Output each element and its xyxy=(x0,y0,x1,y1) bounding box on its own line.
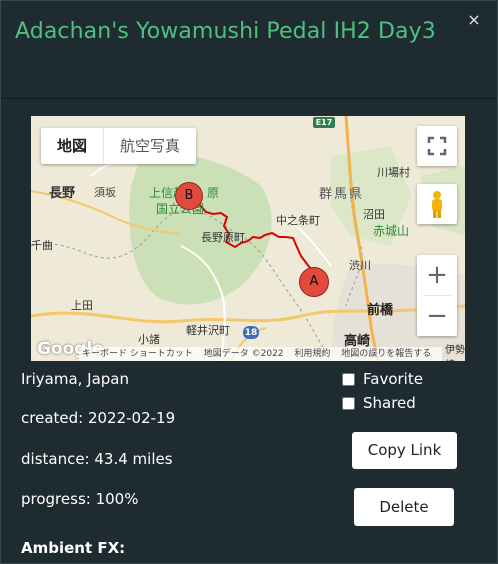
map-label-ueda: 上田 xyxy=(71,299,93,312)
map-label-isesaki: 伊勢崎 xyxy=(445,345,465,361)
favorite-option[interactable]: Favorite xyxy=(342,370,423,388)
map-label-gunma: 群馬県 xyxy=(319,187,365,202)
route-marker-end[interactable]: B xyxy=(175,182,203,210)
street-view-button[interactable] xyxy=(417,184,457,224)
location-text: Iriyama, Japan xyxy=(21,370,130,388)
fullscreen-button[interactable] xyxy=(417,126,457,166)
map-label-kawaba: 川場村 xyxy=(377,166,410,179)
favorite-checkbox[interactable] xyxy=(342,372,355,386)
map-label-chiku: 千曲 xyxy=(31,239,53,252)
header-divider xyxy=(1,98,497,99)
fullscreen-icon xyxy=(427,136,447,156)
shared-option[interactable]: Shared xyxy=(342,394,416,412)
progress-text: progress: 100% xyxy=(21,490,139,508)
map-type-satellite-button[interactable]: 航空写真 xyxy=(103,128,196,164)
map-label-naganoharamachi: 長野原町 xyxy=(201,231,245,244)
map-label-kogen: 原 xyxy=(207,186,220,200)
map-label-nakanojo: 中之条町 xyxy=(276,214,320,227)
map-label-komoro: 小諸 xyxy=(138,333,160,346)
map-label-karuizawa: 軽井沢町 xyxy=(186,324,230,337)
created-date-text: created: 2022-02-19 xyxy=(21,409,176,427)
map-label-suzaka: 須坂 xyxy=(94,186,116,199)
distance-text: distance: 43.4 miles xyxy=(21,450,173,468)
map-type-map-button[interactable]: 地図 xyxy=(41,128,103,164)
marker-start-label: A xyxy=(309,274,319,289)
report-error-link[interactable]: 地図の誤りを報告する xyxy=(341,349,431,359)
map-data-credit: 地図データ ©2022 xyxy=(203,349,284,359)
map-label-numata: 沼田 xyxy=(363,208,385,221)
zoom-control: + − xyxy=(417,255,457,336)
copy-link-button[interactable]: Copy Link xyxy=(352,432,457,469)
map-label-maebashi: 前橋 xyxy=(367,303,394,318)
map-label-nagano: 長野 xyxy=(49,186,76,201)
route-details-modal: Adachan's Yowamushi Pedal IH2 Day3 × 長野 … xyxy=(0,0,498,564)
keyboard-shortcuts-link[interactable]: キーボード ショートカット xyxy=(82,349,193,359)
zoom-out-button[interactable]: − xyxy=(417,296,457,336)
close-icon[interactable]: × xyxy=(467,12,481,28)
favorite-label: Favorite xyxy=(363,370,423,388)
map-type-control: 地図 航空写真 xyxy=(41,128,197,164)
map-label-shibukawa: 渋川 xyxy=(349,259,371,272)
map-attribution: キーボード ショートカット 地図データ ©2022 利用規約 地図の誤りを報告す… xyxy=(79,347,443,361)
route-marker-start[interactable]: A xyxy=(299,267,329,297)
route-shield-18: 18 xyxy=(244,328,258,338)
marker-end-label: B xyxy=(184,188,194,203)
delete-button[interactable]: Delete xyxy=(354,488,454,526)
map-label-akagi: 赤城山 xyxy=(373,224,410,238)
modal-title: Adachan's Yowamushi Pedal IH2 Day3 xyxy=(15,19,436,44)
shared-checkbox[interactable] xyxy=(342,396,355,410)
zoom-in-button[interactable]: + xyxy=(417,255,457,295)
shared-label: Shared xyxy=(363,394,416,412)
route-shield-e17: E17 xyxy=(315,118,333,127)
terms-link[interactable]: 利用規約 xyxy=(294,349,330,359)
ambient-fx-heading: Ambient FX: xyxy=(21,539,126,557)
pegman-icon xyxy=(432,191,442,218)
route-map[interactable]: 長野 須坂 上信越 原 国立公園 中之条町 長野原町 群馬県 川場村 沼田 赤城… xyxy=(31,116,465,361)
